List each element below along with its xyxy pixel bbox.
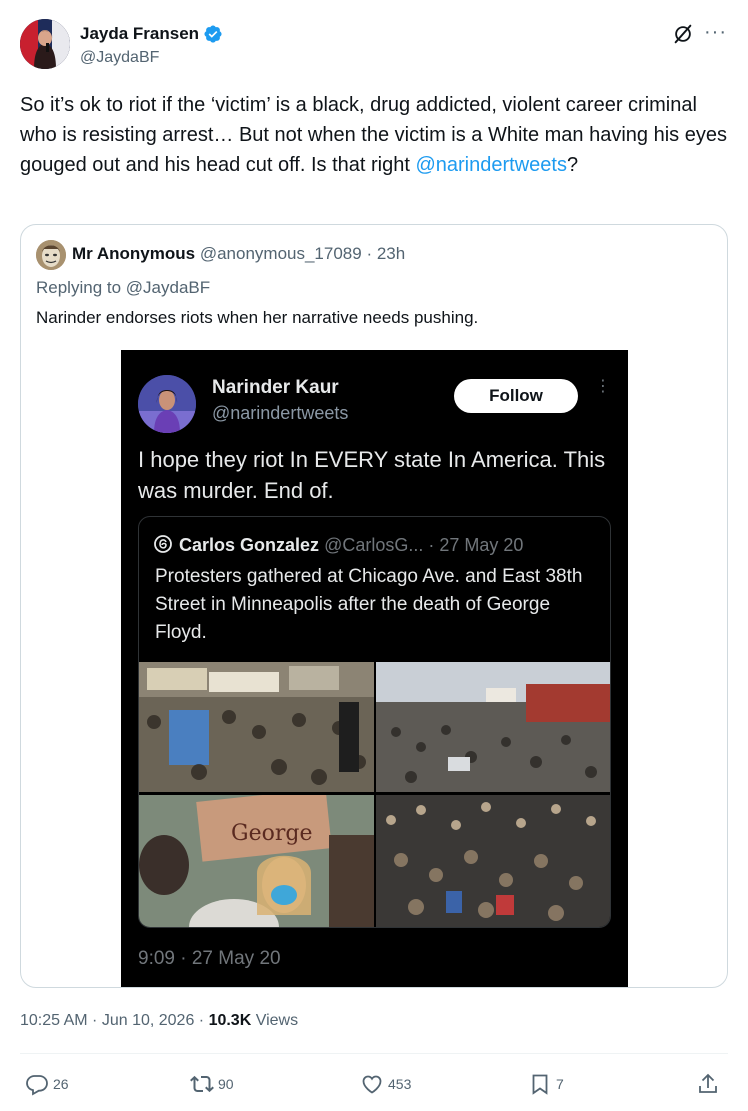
quote-author-handle[interactable]: @anonymous_17089 — [200, 244, 362, 263]
protest-photo-mask-sign: George — [139, 795, 374, 927]
author-name[interactable]: Jayda Fransen — [80, 23, 223, 45]
author-avatar[interactable] — [20, 19, 70, 69]
quote-author-avatar[interactable] — [36, 240, 66, 270]
share-button[interactable] — [696, 1068, 720, 1100]
embed-inner-quote: Carlos Gonzalez @CarlosG... · 27 May 20 … — [138, 516, 611, 928]
embed-author-handle: @narindertweets — [212, 403, 349, 423]
bookmark-icon — [532, 1074, 548, 1095]
verified-badge-icon — [204, 25, 222, 43]
embed-text: I hope they riot In EVERY state In Ameri… — [138, 447, 606, 503]
tweet-text: So it’s ok to riot if the ‘victim’ is a … — [20, 90, 728, 180]
views-label: Views — [251, 1012, 299, 1029]
mention-link[interactable]: @narindertweets — [415, 154, 566, 176]
tweet-time[interactable]: 10:25 AM · Jun 10, 2026 · — [20, 1012, 209, 1029]
reply-count: 26 — [53, 1076, 69, 1092]
quoted-tweet-card[interactable]: Mr Anonymous @anonymous_17089 · 23h Repl… — [20, 224, 728, 988]
bookmark-count: 7 — [556, 1076, 564, 1092]
author-handle[interactable]: @JaydaBF — [80, 47, 223, 69]
protest-photo-grid: George — [139, 662, 610, 927]
divider — [20, 1053, 728, 1054]
views-count: 10.3K — [208, 1012, 252, 1029]
threads-logo-icon — [154, 535, 172, 553]
embed-follow-button: Follow — [454, 379, 578, 413]
repost-icon — [190, 1075, 214, 1093]
quote-header: Mr Anonymous @anonymous_17089 · 23h — [72, 243, 405, 265]
inner-quote-date: · 27 May 20 — [428, 535, 524, 555]
action-bar: 26 90 453 7 — [20, 1068, 728, 1100]
inner-quote-text: Protesters gathered at Chicago Ave. and … — [155, 566, 583, 643]
inner-quote-handle: @CarlosG... — [324, 535, 424, 555]
like-button[interactable]: 453 — [360, 1068, 411, 1100]
quote-text: Narinder endorses riots when her narrati… — [36, 308, 479, 327]
embedded-screenshot[interactable]: Narinder Kaur @narindertweets Follow ⋮ I… — [121, 350, 628, 987]
quote-time: · 23h — [366, 244, 406, 263]
embed-author-name: Narinder Kaur — [212, 377, 339, 398]
repost-count: 90 — [218, 1076, 234, 1092]
embed-avatar — [138, 375, 196, 433]
replying-to: Replying to @JaydaBF — [36, 278, 211, 297]
tweet-header: Jayda Fransen @JaydaBF ··· — [20, 19, 728, 73]
tweet-body: So it’s ok to riot if the ‘victim’ is a … — [20, 94, 727, 176]
inner-quote-header: Carlos Gonzalez @CarlosG... · 27 May 20 — [153, 533, 523, 557]
tweet-body-end: ? — [566, 154, 579, 176]
repost-button[interactable]: 90 — [190, 1068, 234, 1100]
reply-icon — [26, 1075, 48, 1096]
share-icon — [699, 1073, 717, 1093]
heart-icon — [362, 1075, 382, 1094]
grok-slash-icon[interactable] — [672, 23, 694, 45]
protest-photo-street — [376, 662, 610, 792]
embed-more-icon: ⋮ — [595, 378, 611, 395]
protest-photo-fists — [376, 795, 610, 927]
like-count: 453 — [388, 1076, 412, 1092]
embed-timestamp: 9:09 · 27 May 20 — [138, 948, 281, 969]
tweet-timestamp[interactable]: 10:25 AM · Jun 10, 2026 · 10.3K Views — [20, 1010, 298, 1032]
sign-text: George — [231, 821, 312, 846]
author-name-text[interactable]: Jayda Fransen — [80, 23, 199, 45]
quote-author-name[interactable]: Mr Anonymous — [72, 244, 195, 263]
more-dots-icon[interactable]: ··· — [704, 21, 726, 43]
inner-quote-name: Carlos Gonzalez — [179, 535, 320, 555]
reply-button[interactable]: 26 — [25, 1068, 69, 1100]
bookmark-button[interactable]: 7 — [528, 1068, 564, 1100]
protest-photo-crowd-signs — [139, 662, 374, 792]
